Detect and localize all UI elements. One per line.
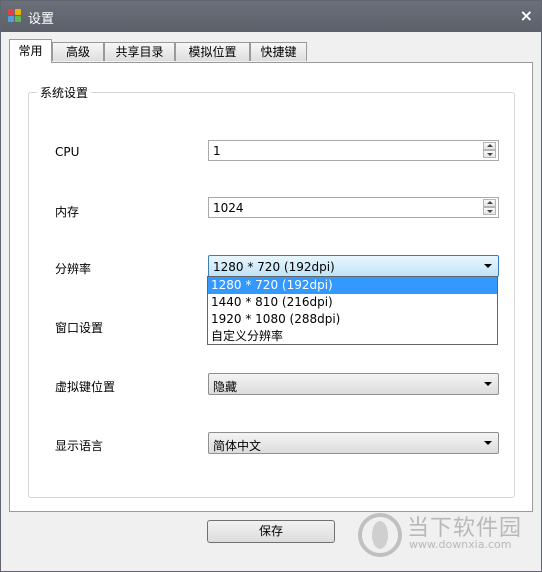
- cpu-value: 1: [213, 144, 221, 158]
- memory-label: 内存: [55, 205, 80, 219]
- tab-advanced[interactable]: 高级: [52, 42, 104, 61]
- tab-general[interactable]: 常用: [9, 39, 52, 63]
- close-icon[interactable]: ×: [520, 6, 533, 25]
- resolution-label: 分辨率: [55, 262, 92, 276]
- cpu-spinbox[interactable]: 1: [208, 140, 499, 161]
- language-label: 显示语言: [55, 439, 104, 453]
- resolution-option[interactable]: 1920 * 1080 (288dpi): [208, 311, 497, 328]
- resolution-select[interactable]: 1280 * 720 (192dpi): [208, 255, 499, 277]
- cpu-label: CPU: [55, 145, 80, 159]
- watermark-url: www.downxia.com: [409, 538, 512, 551]
- watermark: 当下软件园 www.downxia.com: [357, 506, 537, 566]
- memory-value: 1024: [213, 201, 244, 215]
- tab-shortcuts[interactable]: 快捷键: [250, 42, 307, 61]
- tab-simulated-location[interactable]: 模拟位置: [175, 42, 250, 61]
- language-value: 简体中文: [213, 439, 262, 453]
- save-button[interactable]: 保存: [207, 520, 335, 543]
- chevron-down-icon: [484, 264, 492, 268]
- memory-spinbox[interactable]: 1024: [208, 197, 499, 218]
- title-bar: 设置 ×: [1, 1, 541, 32]
- virtual-keys-label: 虚拟键位置: [55, 380, 116, 394]
- app-logo-icon: [8, 9, 22, 23]
- language-select[interactable]: 简体中文: [208, 432, 499, 454]
- resolution-option[interactable]: 1280 * 720 (192dpi): [208, 277, 497, 294]
- cpu-up-arrow-icon[interactable]: [483, 142, 496, 150]
- settings-window: 设置 × 常用 高级 共享目录 模拟位置 快捷键 系统设置 CPU 1 内存 1…: [0, 0, 542, 572]
- cpu-down-arrow-icon[interactable]: [483, 150, 496, 158]
- chevron-down-icon: [484, 441, 492, 445]
- virtual-keys-value: 隐藏: [213, 380, 238, 394]
- group-title: 系统设置: [37, 84, 92, 101]
- virtual-keys-select[interactable]: 隐藏: [208, 373, 499, 395]
- chevron-down-icon: [484, 382, 492, 386]
- window-title: 设置: [28, 12, 55, 27]
- window-settings-label: 窗口设置: [55, 321, 104, 335]
- resolution-option[interactable]: 自定义分辨率: [208, 328, 497, 345]
- resolution-value: 1280 * 720 (192dpi): [213, 260, 335, 274]
- watermark-logo-icon: [358, 513, 402, 557]
- resolution-option[interactable]: 1440 * 810 (216dpi): [208, 294, 497, 311]
- tab-shared-folder[interactable]: 共享目录: [104, 42, 175, 61]
- resolution-dropdown-list: 1280 * 720 (192dpi) 1440 * 810 (216dpi) …: [207, 276, 498, 345]
- memory-up-arrow-icon[interactable]: [483, 199, 496, 207]
- memory-down-arrow-icon[interactable]: [483, 207, 496, 215]
